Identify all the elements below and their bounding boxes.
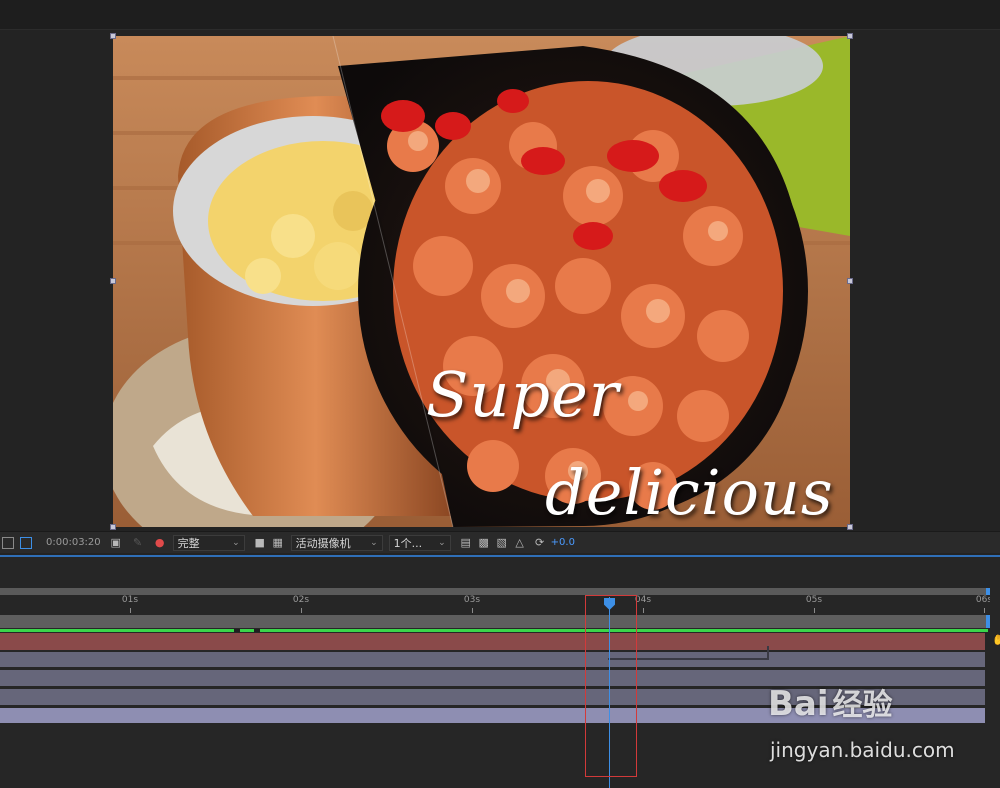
ruler-tick-label: 01s xyxy=(121,595,139,605)
ruler-tick-label: 02s xyxy=(292,595,310,605)
camera-value: 活动摄像机 xyxy=(295,536,351,550)
timeline-icon[interactable]: ▧ xyxy=(495,536,509,549)
composition-frame[interactable]: Super delicious xyxy=(113,36,850,527)
ruler-tick xyxy=(643,608,644,613)
transparency-grid-icon[interactable] xyxy=(20,536,32,549)
composition-viewer[interactable]: Super delicious xyxy=(0,30,1000,530)
ruler-tick xyxy=(814,608,815,613)
ruler-tick-label: 04s xyxy=(634,595,652,605)
resolution-value: 完整 xyxy=(177,536,200,550)
baidu-watermark: Bai 经验 jingyan.baidu.com xyxy=(768,680,1000,780)
ruler-tick xyxy=(301,608,302,613)
resolution-dropdown[interactable]: 完整 ⌄ xyxy=(172,534,245,551)
viewer-toolbar: 0:00:03:20 ▣ ✎ ● 完整 ⌄ ■ ▦ 活动摄像机 ⌄ 1个... … xyxy=(0,531,1000,553)
views-dropdown[interactable]: 1个... ⌄ xyxy=(388,534,451,551)
3d-view-icon[interactable]: ▤ xyxy=(459,536,473,549)
camera-snapshot-icon[interactable]: ▣ xyxy=(109,536,123,549)
views-value: 1个... xyxy=(393,536,423,550)
chevron-down-icon: ⌄ xyxy=(438,537,446,548)
chevron-down-icon: ⌄ xyxy=(370,537,378,548)
layer-bar[interactable] xyxy=(0,633,985,650)
ruler-tick xyxy=(130,608,131,613)
camera-dropdown[interactable]: 活动摄像机 ⌄ xyxy=(290,534,383,551)
mask-toggle-icon[interactable]: ■ xyxy=(253,536,267,549)
panel-header xyxy=(0,0,1000,30)
ruler-tick-label: 05s xyxy=(805,595,823,605)
food-photo xyxy=(113,36,850,527)
baidu-logo: Bai 经验 xyxy=(768,680,893,724)
transform-handle-bottom-right[interactable] xyxy=(847,524,853,530)
overlay-text-super[interactable]: Super xyxy=(426,358,619,431)
transform-handle-top-right[interactable] xyxy=(847,33,853,39)
time-navigator[interactable] xyxy=(0,615,988,628)
cache-gap-marker xyxy=(254,629,260,632)
transform-handle-middle-left[interactable] xyxy=(110,278,116,284)
ruler-tick xyxy=(472,608,473,613)
hand-icon[interactable]: ✋ xyxy=(992,635,1000,646)
current-timecode[interactable]: 0:00:03:20 xyxy=(46,537,101,548)
keyframe-span-end xyxy=(767,646,769,660)
transform-handle-top-left[interactable] xyxy=(110,33,116,39)
ruler-tick-label: 03s xyxy=(463,595,481,605)
transform-handle-middle-right[interactable] xyxy=(847,278,853,284)
exposure-value[interactable]: +0.0 xyxy=(551,537,575,548)
baidu-logo-suffix: 经验 xyxy=(832,688,893,723)
render-cache-bar xyxy=(0,629,988,632)
flowchart-icon[interactable]: △ xyxy=(513,536,527,549)
chevron-down-icon: ⌄ xyxy=(232,537,240,548)
highlight-box xyxy=(585,595,637,777)
time-ruler[interactable]: 01s 02s 03s 04s 05s 06s xyxy=(0,595,992,615)
layer-bar[interactable] xyxy=(0,652,985,667)
overlay-text-delicious[interactable]: delicious xyxy=(545,456,834,527)
watermark-url: jingyan.baidu.com xyxy=(770,738,955,762)
fast-preview-icon[interactable]: ▩ xyxy=(477,536,491,549)
show-snapshot-icon[interactable]: ✎ xyxy=(131,536,145,549)
work-area-bar[interactable] xyxy=(0,588,988,595)
region-icon[interactable] xyxy=(2,536,14,549)
grid-icon[interactable]: ▦ xyxy=(271,536,285,549)
color-channel-icon[interactable]: ● xyxy=(153,536,167,549)
after-effects-window: Super delicious 0:00:03:20 ▣ ✎ ● 完整 ⌄ ■ … xyxy=(0,0,1000,788)
cache-gap-marker xyxy=(234,629,240,632)
transform-handle-bottom-left[interactable] xyxy=(110,524,116,530)
reset-exposure-icon[interactable]: ⟳ xyxy=(533,536,547,549)
baidu-logo-text: Bai xyxy=(768,684,829,724)
ruler-tick xyxy=(984,608,985,613)
